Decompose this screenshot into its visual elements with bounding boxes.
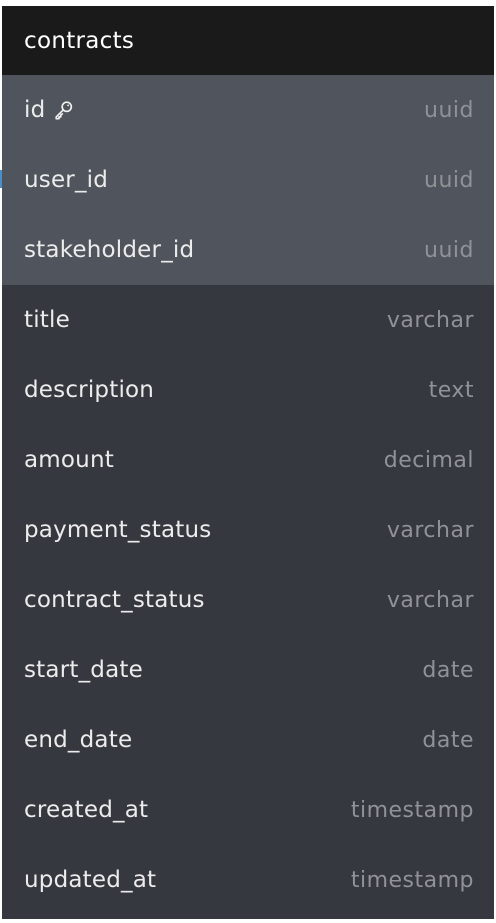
column-name: end_date	[24, 727, 133, 753]
column-row-start-date[interactable]: start_date date	[2, 635, 494, 705]
column-row-user-id[interactable]: user_id uuid	[2, 145, 494, 215]
column-name: user_id	[24, 167, 109, 193]
column-row-id[interactable]: id uuid	[2, 75, 494, 145]
contracts-table-card[interactable]: contracts id uuid user_id uuid stakehold…	[2, 6, 494, 919]
column-type: uuid	[424, 237, 474, 263]
column-type: date	[422, 657, 474, 683]
column-type: varchar	[386, 517, 474, 543]
column-name: contract_status	[24, 587, 205, 613]
column-name: description	[24, 377, 155, 403]
table-header[interactable]: contracts	[2, 6, 494, 75]
column-name: created_at	[24, 797, 149, 823]
column-name: start_date	[24, 657, 143, 683]
column-row-contract-status[interactable]: contract_status varchar	[2, 565, 494, 635]
column-row-stakeholder-id[interactable]: stakeholder_id uuid	[2, 215, 494, 285]
column-row-payment-status[interactable]: payment_status varchar	[2, 495, 494, 565]
column-row-description[interactable]: description text	[2, 355, 494, 425]
column-type: date	[422, 727, 474, 753]
column-type: timestamp	[350, 797, 474, 823]
column-name: updated_at	[24, 867, 157, 893]
column-name: amount	[24, 447, 114, 473]
column-row-end-date[interactable]: end_date date	[2, 705, 494, 775]
column-row-amount[interactable]: amount decimal	[2, 425, 494, 495]
column-name: stakeholder_id	[24, 237, 195, 263]
column-row-updated-at[interactable]: updated_at timestamp	[2, 845, 494, 915]
column-type: varchar	[386, 307, 474, 333]
key-icon	[55, 101, 73, 120]
column-name: id	[24, 97, 75, 123]
column-type: uuid	[424, 167, 474, 193]
column-type: timestamp	[350, 867, 474, 893]
column-type: varchar	[386, 587, 474, 613]
column-type: decimal	[383, 447, 474, 473]
column-row-created-at[interactable]: created_at timestamp	[2, 775, 494, 845]
column-type: uuid	[424, 97, 474, 123]
column-name: payment_status	[24, 517, 212, 543]
column-row-title[interactable]: title varchar	[2, 285, 494, 355]
table-title: contracts	[24, 27, 135, 54]
column-name: title	[24, 307, 70, 333]
column-type: text	[428, 377, 474, 403]
